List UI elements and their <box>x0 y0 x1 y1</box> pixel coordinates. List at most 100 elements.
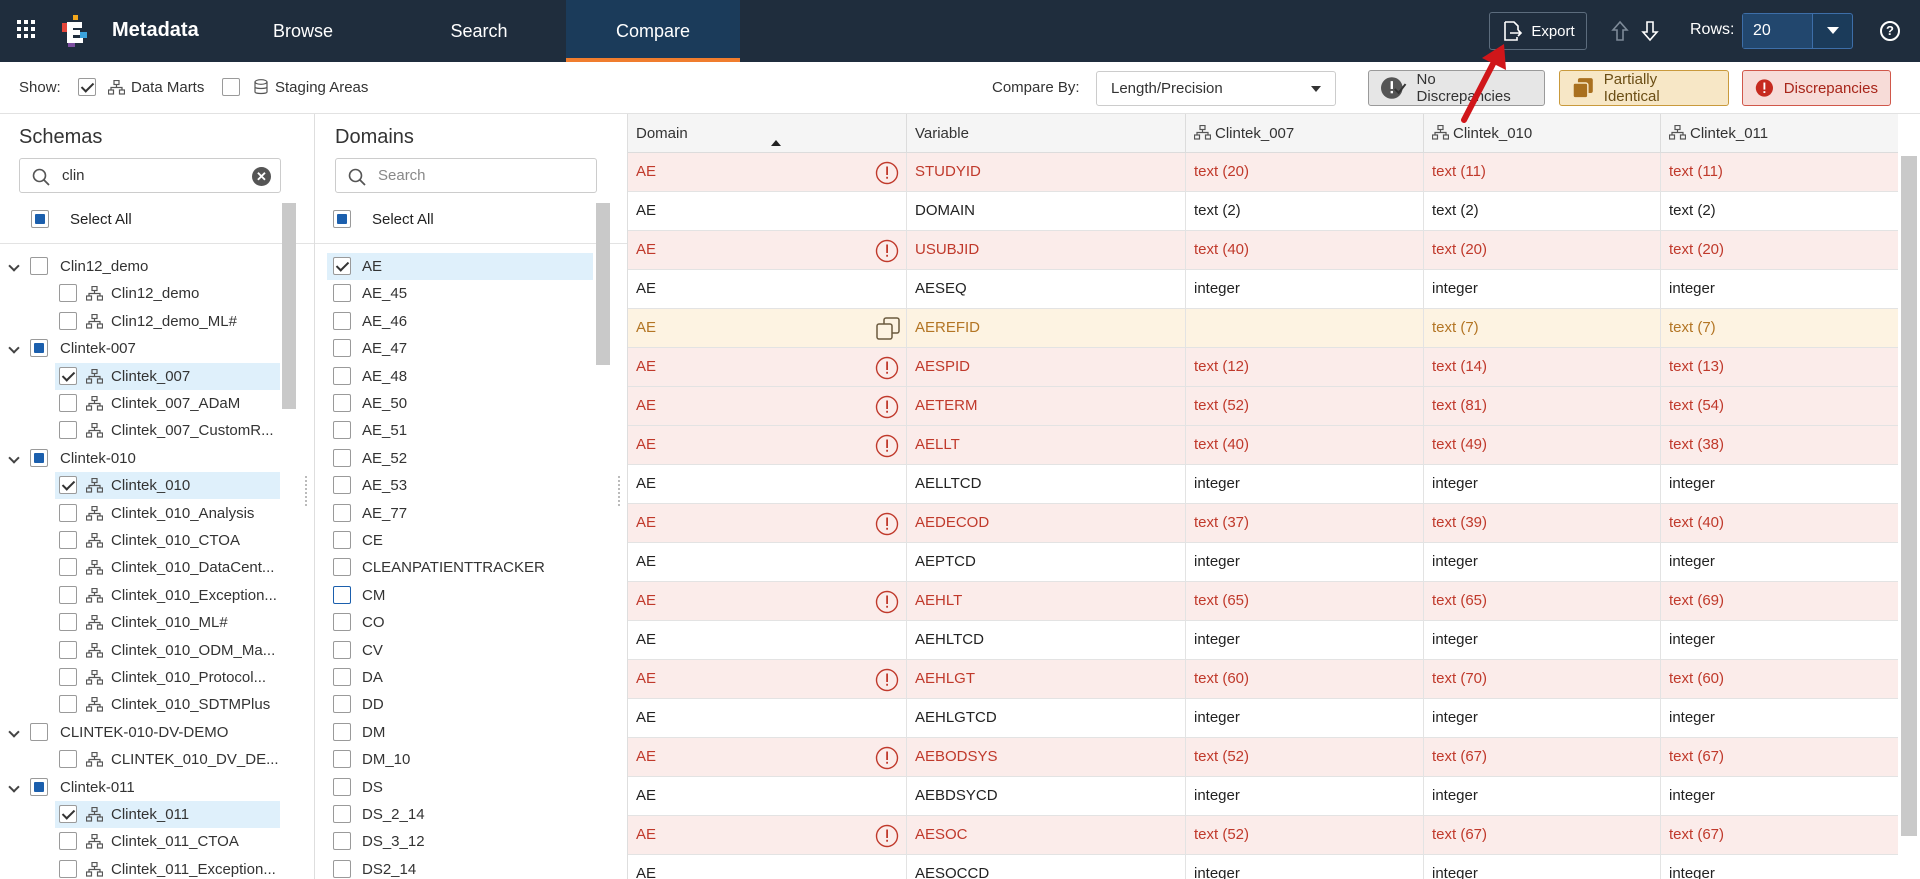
schema-group-checkbox[interactable] <box>30 257 48 275</box>
table-row[interactable]: AE AEHLGTCD integer integer integer <box>628 699 1898 738</box>
schema-checkbox[interactable] <box>59 503 77 522</box>
table-row[interactable]: AE AEREFID text (7) text (7) <box>628 309 1898 348</box>
domain-checkbox[interactable] <box>333 476 351 495</box>
schema-row[interactable]: Clintek_010_CTOA <box>55 527 280 554</box>
schema-checkbox[interactable] <box>59 585 77 604</box>
compare-by-select[interactable]: Length/Precision <box>1096 71 1336 106</box>
domain-checkbox[interactable] <box>333 311 351 330</box>
schema-row[interactable]: Clintek_011_CTOA <box>55 828 280 855</box>
domain-row[interactable]: DS_3_12 <box>327 828 593 855</box>
domains-select-all-checkbox[interactable] <box>333 210 351 228</box>
schema-row[interactable]: Clintek_010_ODM_Ma... <box>55 637 280 664</box>
domain-row[interactable]: DS2_14 <box>327 856 593 879</box>
schema-checkbox[interactable] <box>59 366 77 385</box>
column-header-clintek-011[interactable]: Clintek_011 <box>1661 114 1898 153</box>
table-row[interactable]: AE AEHLGT text (60) text (70) text (60) <box>628 660 1898 699</box>
schema-checkbox[interactable] <box>59 695 77 714</box>
schema-group-row[interactable]: Clin12_demo <box>0 253 282 280</box>
schema-group-checkbox[interactable] <box>30 448 48 467</box>
rows-per-page-value[interactable]: 20 <box>1743 14 1813 48</box>
domain-row[interactable]: AE_52 <box>327 445 593 472</box>
domain-row[interactable]: AE_51 <box>327 417 593 444</box>
domain-checkbox[interactable] <box>333 339 351 358</box>
table-row[interactable]: AE USUBJID text (40) text (20) text (20) <box>628 231 1898 270</box>
domain-checkbox[interactable] <box>333 832 351 851</box>
table-row[interactable]: AE AESEQ integer integer integer <box>628 270 1898 309</box>
table-row[interactable]: AE AESPID text (12) text (14) text (13) <box>628 348 1898 387</box>
schemas-scrollbar[interactable] <box>282 203 296 409</box>
domain-checkbox[interactable] <box>333 585 351 604</box>
table-row[interactable]: AE AETERM text (52) text (81) text (54) <box>628 387 1898 426</box>
domain-checkbox[interactable] <box>333 448 351 467</box>
schema-group-row[interactable]: Clintek-011 <box>0 774 282 801</box>
domain-checkbox[interactable] <box>333 750 351 769</box>
domain-checkbox[interactable] <box>333 640 351 659</box>
help-icon[interactable]: ? <box>1880 21 1900 41</box>
domain-row[interactable]: CV <box>327 637 593 664</box>
schema-row[interactable]: Clintek_007_CustomR... <box>55 417 280 444</box>
schema-row[interactable]: CLINTEK_010_DV_DE... <box>55 746 280 773</box>
domain-checkbox[interactable] <box>333 777 351 796</box>
schema-checkbox[interactable] <box>59 421 77 440</box>
domain-checkbox[interactable] <box>333 421 351 440</box>
schema-group-row[interactable]: Clintek-007 <box>0 335 282 362</box>
domain-row[interactable]: DM_10 <box>327 746 593 773</box>
domain-row[interactable]: DS_2_14 <box>327 801 593 828</box>
schema-checkbox[interactable] <box>59 558 77 577</box>
schema-row[interactable]: Clintek_010_Analysis <box>55 500 280 527</box>
table-row[interactable]: AE AEPTCD integer integer integer <box>628 543 1898 582</box>
domain-checkbox[interactable] <box>333 503 351 522</box>
table-row[interactable]: AE AESOC text (52) text (67) text (67) <box>628 816 1898 855</box>
data-marts-checkbox[interactable] <box>78 78 96 96</box>
domain-row[interactable]: AE_53 <box>327 472 593 499</box>
chevron-down-icon[interactable] <box>8 726 20 738</box>
schema-checkbox[interactable] <box>59 394 77 412</box>
domain-checkbox[interactable] <box>333 257 351 275</box>
schema-row[interactable]: Clintek_010_DataCent... <box>55 554 280 581</box>
schema-checkbox[interactable] <box>59 531 77 549</box>
domain-checkbox[interactable] <box>333 284 351 303</box>
staging-areas-checkbox[interactable] <box>222 78 240 96</box>
domain-checkbox[interactable] <box>333 805 351 823</box>
schema-checkbox[interactable] <box>59 613 77 632</box>
schema-checkbox[interactable] <box>59 668 77 686</box>
domain-checkbox[interactable] <box>333 695 351 714</box>
domain-checkbox[interactable] <box>333 668 351 686</box>
schema-checkbox[interactable] <box>59 476 77 495</box>
table-row[interactable]: AE AELLTCD integer integer integer <box>628 465 1898 504</box>
schema-checkbox[interactable] <box>59 640 77 659</box>
rows-dropdown-toggle[interactable] <box>1813 14 1852 48</box>
schema-row[interactable]: Clintek_010 <box>55 472 280 500</box>
app-grid-icon[interactable] <box>17 20 35 38</box>
table-row[interactable]: AE AEBDSYCD integer integer integer <box>628 777 1898 816</box>
domain-row[interactable]: DA <box>327 664 593 691</box>
schema-checkbox[interactable] <box>59 750 77 769</box>
schema-checkbox[interactable] <box>59 832 77 851</box>
domain-row[interactable]: AE <box>327 253 593 280</box>
table-row[interactable]: AE STUDYID text (20) text (11) text (11) <box>628 153 1898 192</box>
domain-row[interactable]: AE_48 <box>327 363 593 390</box>
domain-search-input[interactable]: Search <box>335 158 597 193</box>
schema-row[interactable]: Clintek_007 <box>55 362 280 390</box>
schema-checkbox[interactable] <box>59 311 77 330</box>
schema-checkbox[interactable] <box>59 805 77 823</box>
domain-row[interactable]: AE_77 <box>327 500 593 527</box>
schema-row[interactable]: Clintek_010_SDTMPlus <box>55 691 280 718</box>
table-row[interactable]: AE AESOCCD integer integer integer <box>628 855 1898 879</box>
domain-checkbox[interactable] <box>333 722 351 741</box>
table-row[interactable]: AE AEBODSYS text (52) text (67) text (67) <box>628 738 1898 777</box>
domains-scrollbar[interactable] <box>596 203 610 365</box>
schema-row[interactable]: Clin12_demo <box>55 280 280 307</box>
chevron-down-icon[interactable] <box>8 260 20 272</box>
schema-checkbox[interactable] <box>59 859 77 878</box>
domain-row[interactable]: CO <box>327 609 593 636</box>
schema-row[interactable]: Clintek_007_ADaM <box>55 390 280 417</box>
schema-row[interactable]: Clin12_demo_ML# <box>55 308 280 335</box>
grid-scrollbar[interactable] <box>1901 156 1917 836</box>
column-header-variable[interactable]: Variable <box>907 114 1186 153</box>
domain-row[interactable]: CE <box>327 527 593 554</box>
table-row[interactable]: AE AEDECOD text (37) text (39) text (40) <box>628 504 1898 543</box>
schema-row[interactable]: Clintek_011 <box>55 801 280 828</box>
chevron-down-icon[interactable] <box>8 342 20 354</box>
schema-group-checkbox[interactable] <box>30 722 48 741</box>
